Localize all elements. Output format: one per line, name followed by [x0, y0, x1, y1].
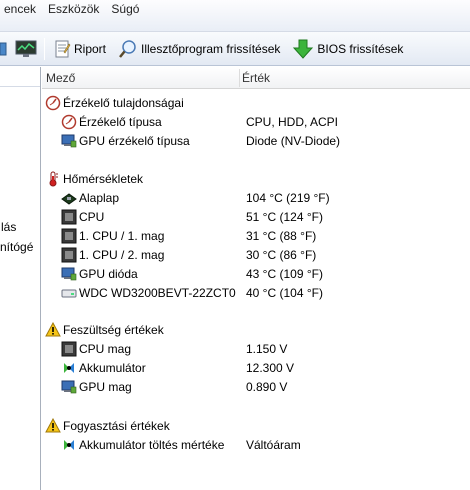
list-item[interactable]: GPU mag 0.890 V — [42, 377, 470, 396]
item-value: 43 °C (109 °F) — [246, 266, 323, 281]
battery-icon — [61, 360, 77, 376]
list-item[interactable]: Akkumulátor töltés mértéke Váltóáram — [42, 435, 470, 454]
section-header[interactable]: Feszültség értékek — [42, 320, 470, 339]
item-value: 51 °C (124 °F) — [246, 209, 323, 224]
item-name: CPU — [79, 209, 105, 224]
list-item[interactable]: Akkumulátor 12.300 V — [42, 358, 470, 377]
menu-item-view[interactable]: encek — [0, 0, 42, 18]
cpu-chip-icon — [61, 228, 77, 244]
item-value: 104 °C (219 °F) — [246, 190, 330, 205]
cpu-chip-icon — [61, 247, 77, 263]
list-item[interactable]: 1. CPU / 2. mag 30 °C (86 °F) — [42, 245, 470, 264]
monitor-icon — [15, 40, 37, 57]
toolbar-partial-button[interactable] — [0, 37, 10, 61]
item-value: CPU, HDD, ACPI — [246, 114, 339, 129]
monitor-toolbar-button[interactable] — [14, 37, 38, 61]
list-item[interactable]: 1. CPU / 1. mag 31 °C (88 °F) — [42, 226, 470, 245]
item-value: 30 °C (86 °F) — [246, 247, 317, 262]
menu-item-tools[interactable]: Eszközök — [42, 0, 105, 18]
item-value: 1.150 V — [246, 341, 288, 356]
thermometer-icon — [45, 171, 61, 187]
list-item[interactable]: Alaplap 104 °C (219 °F) — [42, 188, 470, 207]
tree-item-fragment[interactable]: nítógé — [0, 240, 33, 254]
item-name: GPU érzékelő típusa — [79, 133, 190, 148]
section-header[interactable]: Érzékelő tulajdonságai — [42, 93, 470, 112]
item-name: CPU mag — [79, 341, 132, 356]
driver-update-button[interactable]: Illesztőprogram frissítések — [118, 36, 280, 62]
section-header[interactable]: Fogyasztási értékek — [42, 416, 470, 435]
driver-update-label: Illesztőprogram frissítések — [141, 41, 281, 56]
item-name: 1. CPU / 2. mag — [79, 247, 165, 262]
partial-icon — [0, 42, 7, 55]
list-item[interactable]: CPU 51 °C (124 °F) — [42, 207, 470, 226]
report-button[interactable]: Riport — [53, 36, 106, 62]
bios-update-label: BIOS frissítések — [317, 41, 404, 56]
item-value: Diode (NV-Diode) — [246, 133, 341, 148]
report-icon — [55, 40, 71, 57]
monitor-icon — [61, 133, 77, 149]
section-title: Feszültség értékek — [63, 322, 164, 337]
item-value: 12.300 V — [246, 360, 295, 375]
section-title: Fogyasztási értékek — [63, 418, 170, 433]
item-value: Váltóáram — [246, 437, 301, 452]
sensor-list: Érzékelő tulajdonságai Érzékelő típusa C… — [42, 90, 470, 490]
item-name: Akkumulátor — [79, 360, 146, 375]
item-name: GPU mag — [79, 379, 132, 394]
item-name: Érzékelő típusa — [79, 114, 162, 129]
toolbar: Riport Illesztőprogram frissítések BIOS … — [0, 32, 470, 66]
menu-item-help[interactable]: Súgó — [105, 0, 145, 18]
navigation-tree-pane[interactable]: lás nítógé — [0, 67, 41, 490]
list-item[interactable]: CPU mag 1.150 V — [42, 339, 470, 358]
bios-update-button[interactable]: BIOS frissítések — [292, 36, 403, 62]
list-item[interactable]: GPU dióda 43 °C (109 °F) — [42, 264, 470, 283]
sensor-gauge-icon — [61, 114, 77, 130]
report-label: Riport — [74, 41, 107, 56]
item-name: WDC WD3200BEVT-22ZCT0 — [79, 285, 236, 300]
section-title: Hőmérsékletek — [63, 171, 144, 186]
section-header[interactable]: Hőmérsékletek — [42, 169, 470, 188]
sensor-gauge-icon — [45, 95, 61, 111]
hard-drive-icon — [61, 285, 77, 301]
column-header-value[interactable]: Érték — [242, 71, 270, 85]
menu-bar: encek Eszközök Súgó — [0, 0, 470, 32]
warning-icon — [45, 417, 61, 434]
cpu-chip-icon — [61, 341, 77, 357]
item-name: Alaplap — [79, 190, 120, 205]
toolbar-separator — [44, 37, 45, 60]
item-name: Akkumulátor töltés mértéke — [79, 437, 225, 452]
column-header-field[interactable]: Mező — [46, 71, 75, 85]
monitor-icon — [61, 266, 77, 282]
list-item[interactable]: Érzékelő típusa CPU, HDD, ACPI — [42, 112, 470, 131]
list-item[interactable]: GPU érzékelő típusa Diode (NV-Diode) — [42, 131, 470, 150]
item-name: 1. CPU / 1. mag — [79, 228, 165, 243]
column-header: Mező Érték — [42, 67, 470, 89]
list-item[interactable]: WDC WD3200BEVT-22ZCT0 40 °C (104 °F) — [42, 283, 470, 302]
magnifier-icon — [119, 39, 136, 58]
item-value: 40 °C (104 °F) — [246, 285, 323, 300]
battery-icon — [61, 437, 77, 453]
section-title: Érzékelő tulajdonságai — [63, 95, 184, 110]
monitor-icon — [61, 379, 77, 395]
item-name: GPU dióda — [79, 266, 138, 281]
tree-header — [0, 67, 40, 87]
tree-item-fragment[interactable]: lás — [1, 220, 16, 234]
cpu-chip-icon — [61, 209, 77, 225]
warning-icon — [45, 321, 61, 338]
download-arrow-icon — [293, 39, 314, 59]
motherboard-icon — [61, 190, 77, 206]
column-divider[interactable] — [239, 69, 240, 87]
item-value: 31 °C (88 °F) — [246, 228, 317, 243]
item-value: 0.890 V — [246, 379, 288, 394]
